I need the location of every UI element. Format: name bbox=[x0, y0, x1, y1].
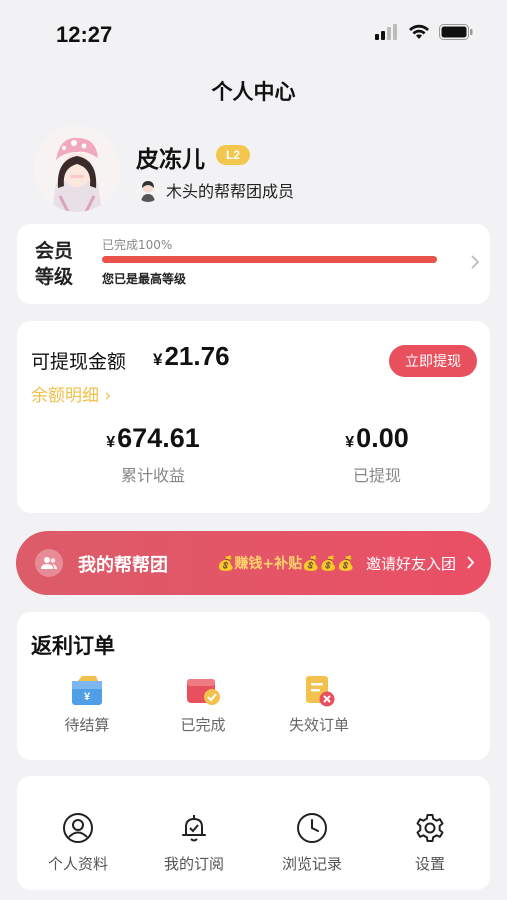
chevron-right-icon bbox=[467, 556, 475, 569]
total-income-stat: ¥674.61 累计收益 bbox=[53, 423, 253, 486]
menu-item-settings[interactable]: 设置 bbox=[385, 812, 475, 874]
invite-friends-link[interactable]: 邀请好友入团 bbox=[366, 553, 456, 574]
team-label: 木头的帮帮团成员 bbox=[166, 182, 295, 201]
status-bar: 12:27 bbox=[0, 0, 507, 60]
user-profile-icon bbox=[63, 813, 93, 843]
membership-label: 会员等级 bbox=[35, 240, 74, 288]
order-pending-settlement[interactable]: ¥ 待结算 bbox=[47, 674, 127, 735]
withdrawn-stat: ¥0.00 已提现 bbox=[277, 423, 477, 486]
currency-symbol: ¥ bbox=[345, 434, 355, 451]
rebate-orders-card: 返利订单 ¥ 待结算 已完成 失效订单 bbox=[17, 612, 490, 760]
gear-icon bbox=[416, 814, 444, 842]
clock-icon bbox=[297, 813, 327, 843]
membership-progress-bar bbox=[102, 256, 437, 263]
wallet-card: 可提现金额 ¥21.76 立即提现 余额明细 › ¥674.61 累计收益 ¥0… bbox=[17, 321, 490, 513]
withdrawable-label: 可提现金额 bbox=[31, 351, 127, 373]
total-income-label: 累计收益 bbox=[120, 466, 185, 485]
svg-text:¥: ¥ bbox=[84, 691, 91, 703]
total-income-value: ¥674.61 bbox=[53, 423, 253, 454]
menu-label: 我的订阅 bbox=[163, 855, 224, 873]
team-banner-title: 我的帮帮团 bbox=[78, 555, 168, 576]
team-banner-promo: 💰赚钱+补贴💰💰💰 bbox=[217, 556, 355, 572]
wifi-icon bbox=[409, 24, 429, 39]
withdrawn-amount: 0.00 bbox=[356, 423, 409, 453]
membership-completed-text: 已完成100% bbox=[102, 238, 173, 252]
avatar[interactable] bbox=[34, 126, 120, 212]
chevron-right-icon bbox=[471, 255, 480, 269]
currency-symbol: ¥ bbox=[106, 434, 116, 451]
status-icons bbox=[375, 24, 473, 40]
menu-item-subscriptions[interactable]: 我的订阅 bbox=[149, 812, 239, 874]
battery-icon bbox=[439, 24, 473, 40]
menu-label: 浏览记录 bbox=[281, 855, 342, 873]
withdrawn-value: ¥0.00 bbox=[277, 423, 477, 454]
withdrawable-amount-value: 21.76 bbox=[164, 341, 230, 371]
bell-icon bbox=[182, 815, 206, 842]
menu-card: 个人资料 我的订阅 浏览记录 设置 bbox=[17, 776, 490, 890]
rebate-orders-title: 返利订单 bbox=[31, 634, 115, 658]
membership-status: 您已是最高等级 bbox=[102, 272, 187, 286]
order-label: 已完成 bbox=[180, 716, 226, 734]
profile-header: 皮冻儿 L2 木头的帮帮团成员 bbox=[34, 126, 474, 216]
menu-label: 个人资料 bbox=[47, 855, 108, 873]
group-icon bbox=[35, 549, 63, 577]
membership-progress-fill bbox=[102, 256, 437, 263]
withdrawn-label: 已提现 bbox=[352, 466, 401, 485]
withdrawable-amount: ¥21.76 bbox=[153, 341, 230, 372]
team-leader-avatar-image bbox=[136, 178, 160, 202]
team-banner[interactable]: 我的帮帮团 💰赚钱+补贴💰💰💰 邀请好友入团 bbox=[16, 531, 491, 595]
balance-detail-link[interactable]: 余额明细 › bbox=[31, 381, 111, 406]
page-title: 个人中心 bbox=[211, 80, 296, 104]
membership-card[interactable]: 会员等级 已完成100% 您已是最高等级 bbox=[17, 224, 490, 304]
withdraw-now-button[interactable]: 立即提现 bbox=[389, 345, 477, 377]
team-leader-avatar bbox=[136, 178, 160, 202]
total-income-amount: 674.61 bbox=[117, 423, 200, 453]
menu-label: 设置 bbox=[414, 855, 445, 873]
pending-settlement-icon: ¥ bbox=[72, 676, 102, 705]
team-membership-row: 木头的帮帮团成员 bbox=[136, 178, 294, 202]
invalid-order-icon bbox=[306, 676, 335, 707]
avatar-image bbox=[34, 126, 120, 212]
signal-icon bbox=[375, 24, 397, 40]
completed-wallet-icon bbox=[187, 679, 220, 705]
menu-item-history[interactable]: 浏览记录 bbox=[267, 812, 357, 874]
menu-item-profile[interactable]: 个人资料 bbox=[33, 812, 123, 874]
order-label: 失效订单 bbox=[288, 716, 349, 734]
status-time: 12:27 bbox=[56, 22, 113, 47]
username: 皮冻儿 bbox=[136, 147, 205, 173]
currency-symbol: ¥ bbox=[153, 350, 163, 369]
order-completed[interactable]: 已完成 bbox=[163, 674, 243, 735]
level-badge: L2 bbox=[216, 145, 250, 165]
order-invalid[interactable]: 失效订单 bbox=[279, 674, 359, 735]
order-label: 待结算 bbox=[64, 716, 110, 734]
